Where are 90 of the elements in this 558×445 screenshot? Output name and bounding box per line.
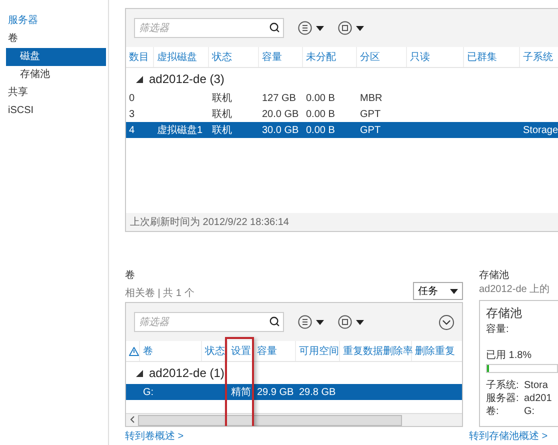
table-cell: 29.9 GB xyxy=(257,386,294,398)
last-refresh-text: 上次刷新时间为 2012/9/22 18:36:14 xyxy=(126,213,558,231)
scrollbar-thumb[interactable] xyxy=(138,414,402,426)
view-options-button[interactable] xyxy=(298,315,324,329)
dropdown-caret-icon xyxy=(316,320,324,324)
storage-pool-overview-link[interactable]: 转到存储池概述 > xyxy=(469,431,548,442)
list-icon xyxy=(298,21,312,35)
group-label: ad2012-de (3) xyxy=(149,72,224,86)
search-icon[interactable] xyxy=(269,22,280,33)
save-query-button[interactable] xyxy=(338,315,364,329)
column-header[interactable]: 重复数据删除率 xyxy=(343,344,413,358)
section-title: 卷 xyxy=(125,269,136,282)
list-icon xyxy=(298,315,312,329)
dropdown-caret-icon xyxy=(356,26,364,30)
save-icon xyxy=(338,315,352,329)
horizontal-scrollbar[interactable] xyxy=(126,413,462,426)
filter-field[interactable]: 筛选器 xyxy=(134,312,284,332)
column-header[interactable]: 卷 xyxy=(143,344,153,358)
table-cell: MBR xyxy=(360,92,382,104)
table-cell: 精简 xyxy=(231,387,251,398)
table-row[interactable]: G: 精简 29.9 GB 29.8 GB xyxy=(126,384,462,400)
table-row[interactable]: 0 联机 127 GB 0.00 B MBR xyxy=(126,90,558,106)
detail-label: 卷: xyxy=(486,405,500,418)
column-header[interactable]: 容量 xyxy=(262,50,282,64)
search-icon[interactable] xyxy=(269,316,280,327)
table-cell: 0 xyxy=(129,92,135,104)
used-text: 已用 1.8% xyxy=(486,349,533,362)
filter-field[interactable]: 筛选器 xyxy=(134,18,284,38)
table-cell: 联机 xyxy=(212,125,232,136)
volumes-overview-link[interactable]: 转到卷概述 > xyxy=(125,431,184,442)
detail-value: ad201 xyxy=(524,392,553,405)
dropdown-caret-icon xyxy=(450,288,458,294)
section-subtitle: 相关卷 | 共 1 个 xyxy=(125,286,194,300)
table-cell: GPT xyxy=(360,108,381,120)
table-cell: 30.0 GB xyxy=(262,124,299,136)
sidebar-link[interactable]: 服务器 xyxy=(6,12,106,30)
table-cell: GPT xyxy=(360,124,381,136)
table-cell: 联机 xyxy=(212,109,232,120)
column-header[interactable]: 未分配 xyxy=(306,50,336,64)
expanded-caret-icon[interactable] xyxy=(136,370,143,376)
table-row[interactable]: 3 联机 20.0 GB 0.00 B GPT xyxy=(126,106,558,122)
table-cell: 虚拟磁盘1 xyxy=(157,125,203,136)
detail-value: Stora xyxy=(524,379,549,392)
sidebar-item[interactable]: 存储池 xyxy=(6,66,106,84)
column-header[interactable]: 删除重复 xyxy=(415,344,455,358)
column-header[interactable]: 状态 xyxy=(205,344,225,358)
table-cell: Storage xyxy=(523,124,558,136)
card-title: 存储池 xyxy=(486,305,523,322)
save-query-button[interactable] xyxy=(338,21,364,35)
column-header[interactable]: 子系统 xyxy=(523,50,553,64)
scroll-left-icon[interactable] xyxy=(130,416,134,422)
detail-label: 子系统: xyxy=(486,379,520,392)
table-cell: 4 xyxy=(129,124,135,136)
group-label: ad2012-de (1) xyxy=(149,366,224,380)
table-row[interactable]: 4 虚拟磁盘1 联机 30.0 GB 0.00 B GPT Storage xyxy=(126,122,558,138)
dropdown-caret-icon xyxy=(356,320,364,324)
expand-icon[interactable] xyxy=(439,314,454,330)
column-header[interactable]: 已群集 xyxy=(467,50,497,64)
column-header[interactable]: 设置 xyxy=(231,344,251,358)
column-header[interactable]: 虚拟磁盘 xyxy=(157,50,197,64)
column-header[interactable]: 可用空间 xyxy=(299,344,339,358)
sidebar-item[interactable]: iSCSI xyxy=(6,102,106,120)
sidebar-item[interactable]: 磁盘 xyxy=(6,48,106,66)
column-header[interactable]: 容量 xyxy=(257,344,277,358)
table-cell: 127 GB xyxy=(262,92,296,104)
table-cell: 联机 xyxy=(212,93,232,104)
view-options-button[interactable] xyxy=(298,21,324,35)
column-header[interactable]: 分区 xyxy=(360,50,380,64)
table-cell: 20.0 GB xyxy=(262,108,299,120)
table-cell: 29.8 GB xyxy=(299,386,336,398)
detail-value: G: xyxy=(524,405,536,418)
dropdown-caret-icon xyxy=(316,26,324,30)
table-cell: 3 xyxy=(129,108,135,120)
expanded-caret-icon[interactable] xyxy=(136,76,143,82)
sidebar-item[interactable]: 共享 xyxy=(6,84,106,102)
capacity-label: 容量: xyxy=(486,322,510,336)
sidebar-item[interactable]: 卷 xyxy=(6,30,106,48)
warning-icon xyxy=(129,346,139,356)
table-cell: G: xyxy=(143,386,154,398)
table-cell: 0.00 B xyxy=(306,124,335,136)
tasks-dropdown[interactable]: 任务 xyxy=(413,282,463,300)
column-header[interactable]: 只读 xyxy=(410,50,430,64)
save-icon xyxy=(338,21,352,35)
detail-label: 服务器: xyxy=(486,392,520,405)
section-subtitle: ad2012-de 上的 xyxy=(479,282,551,296)
column-header[interactable]: 状态 xyxy=(212,50,232,64)
column-header[interactable]: 数目 xyxy=(129,50,149,64)
section-title: 存储池 xyxy=(479,268,510,282)
table-cell: 0.00 B xyxy=(306,92,335,104)
table-cell: 0.00 B xyxy=(306,108,335,120)
